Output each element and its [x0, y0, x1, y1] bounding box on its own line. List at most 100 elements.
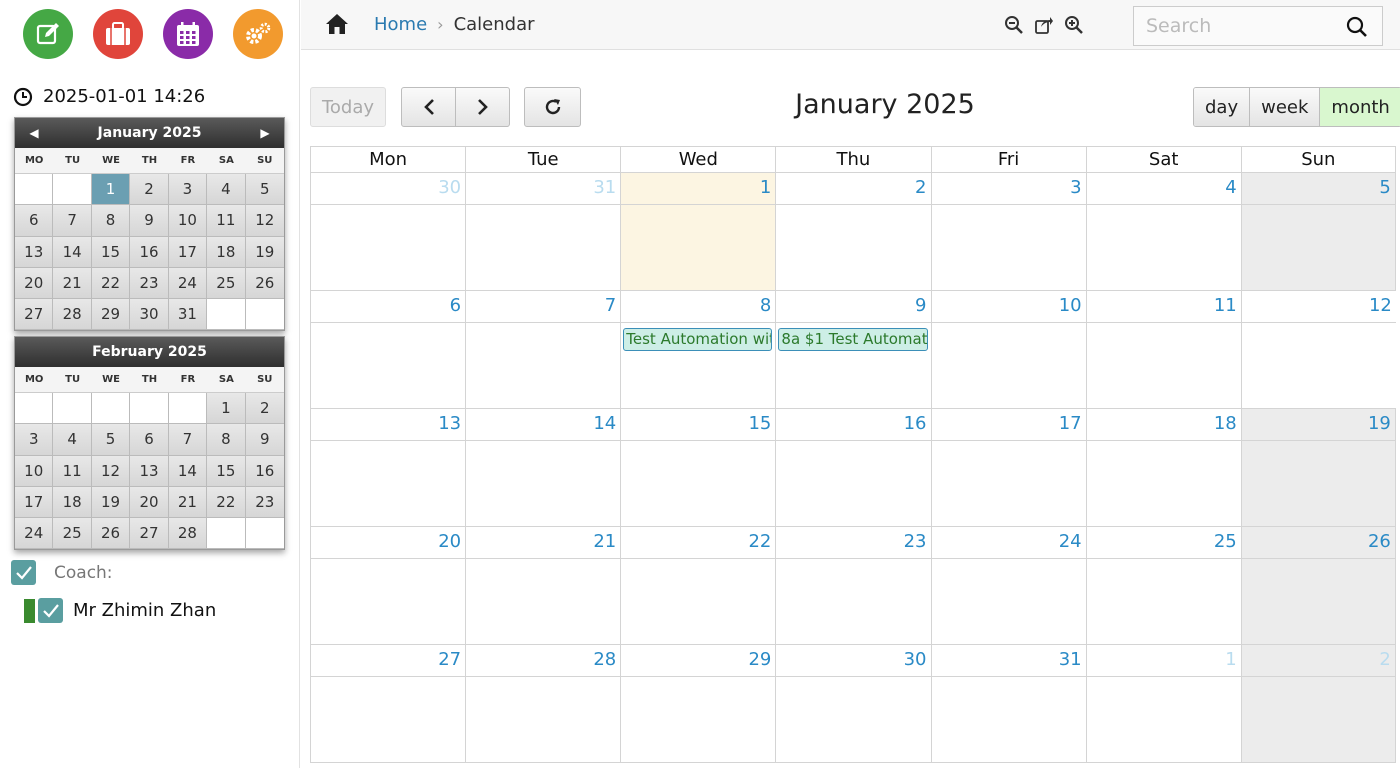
day-number[interactable]: 4: [1225, 177, 1236, 198]
day-number[interactable]: 31: [1059, 649, 1082, 670]
mini-day-cell[interactable]: 5: [91, 424, 131, 456]
mini-day-cell[interactable]: 21: [53, 267, 92, 300]
mini-day-cell[interactable]: 15: [207, 455, 246, 487]
mini-day-cell[interactable]: 6: [15, 205, 54, 237]
day-cell[interactable]: 23: [775, 527, 931, 645]
today-button[interactable]: Today: [310, 87, 386, 127]
day-number[interactable]: 30: [438, 177, 461, 198]
edit-app-button[interactable]: [23, 9, 73, 59]
settings-app-button[interactable]: [233, 9, 283, 59]
mini-day-cell[interactable]: 11: [53, 455, 92, 487]
day-number[interactable]: 3: [1070, 177, 1081, 198]
mini-day-cell[interactable]: 2: [245, 393, 284, 425]
view-month-button[interactable]: month: [1320, 88, 1400, 126]
mini-day-cell[interactable]: 16: [245, 455, 284, 487]
mini-day-cell[interactable]: 20: [15, 267, 54, 300]
day-cell[interactable]: 19: [1240, 409, 1396, 527]
calendar-event[interactable]: 8a $1 Test Automation: [778, 328, 928, 351]
day-cell[interactable]: 20: [310, 527, 466, 645]
home-icon[interactable]: [325, 13, 349, 39]
mini-day-cell[interactable]: 22: [207, 486, 246, 519]
day-cell[interactable]: 27: [310, 645, 466, 763]
mini-day-cell[interactable]: 12: [245, 205, 284, 237]
day-cell[interactable]: 25: [1085, 527, 1241, 645]
day-number[interactable]: 24: [1059, 531, 1082, 552]
zoom-in-icon[interactable]: [1064, 15, 1084, 35]
mini-day-cell[interactable]: 19: [245, 236, 284, 268]
mini-day-cell[interactable]: 24: [15, 518, 54, 550]
mini-day-cell[interactable]: 15: [91, 236, 131, 268]
share-icon[interactable]: [1034, 15, 1054, 35]
day-number[interactable]: 28: [593, 649, 616, 670]
day-cell[interactable]: 15: [620, 409, 776, 527]
mini-day-cell[interactable]: 21: [168, 486, 208, 519]
day-cell[interactable]: 29: [620, 645, 776, 763]
mini-day-cell[interactable]: 24: [168, 267, 208, 300]
day-number[interactable]: 16: [904, 413, 927, 434]
calendar-app-button[interactable]: [163, 9, 213, 59]
day-cell[interactable]: 7: [465, 291, 621, 409]
mini-day-cell[interactable]: 17: [15, 486, 54, 519]
mini-day-cell[interactable]: 26: [91, 518, 131, 550]
day-number[interactable]: 1: [1225, 649, 1236, 670]
day-number[interactable]: 30: [904, 649, 927, 670]
mini-day-cell[interactable]: 26: [245, 267, 284, 300]
jobs-app-button[interactable]: [93, 9, 143, 59]
mini-day-cell[interactable]: 7: [168, 424, 208, 456]
mini-day-cell[interactable]: 14: [53, 236, 92, 268]
day-number[interactable]: 6: [450, 295, 461, 316]
mini-day-cell[interactable]: 1: [207, 393, 246, 425]
day-cell[interactable]: 31: [930, 645, 1086, 763]
day-cell[interactable]: 5: [1240, 173, 1396, 291]
day-number[interactable]: 25: [1214, 531, 1237, 552]
day-number[interactable]: 27: [438, 649, 461, 670]
day-cell[interactable]: 1: [1085, 645, 1241, 763]
mini-day-cell[interactable]: 14: [168, 455, 208, 487]
day-number[interactable]: 10: [1059, 295, 1082, 316]
day-number[interactable]: 15: [748, 413, 771, 434]
next-button[interactable]: [455, 87, 510, 127]
day-cell[interactable]: 11: [1085, 291, 1241, 409]
day-cell[interactable]: 16: [775, 409, 931, 527]
mini-day-cell[interactable]: 16: [130, 236, 169, 268]
mini-day-cell[interactable]: 20: [130, 486, 169, 519]
day-number[interactable]: 14: [593, 413, 616, 434]
mini-day-cell[interactable]: 13: [130, 455, 169, 487]
mini-day-cell[interactable]: 19: [91, 486, 131, 519]
mini-day-cell[interactable]: 27: [130, 518, 169, 550]
mini-day-cell[interactable]: 28: [53, 299, 92, 331]
day-number[interactable]: 22: [748, 531, 771, 552]
refresh-button[interactable]: [524, 87, 581, 127]
mini-day-cell[interactable]: 1: [91, 174, 131, 206]
mini-day-cell[interactable]: 18: [207, 236, 246, 268]
mini-day-cell[interactable]: 23: [245, 486, 284, 519]
calendar-event[interactable]: Test Automation with: [623, 328, 773, 351]
mini-day-cell[interactable]: 27: [15, 299, 54, 331]
mini-day-cell[interactable]: 9: [245, 424, 284, 456]
day-number[interactable]: 17: [1059, 413, 1082, 434]
search-input[interactable]: [1134, 15, 1334, 37]
day-number[interactable]: 21: [593, 531, 616, 552]
mini-day-cell[interactable]: 8: [91, 205, 131, 237]
day-cell[interactable]: 22: [620, 527, 776, 645]
coach-checkbox[interactable]: [38, 598, 63, 623]
day-cell[interactable]: 2: [1240, 645, 1396, 763]
mini-day-cell[interactable]: 4: [53, 424, 92, 456]
mini-day-cell[interactable]: 4: [207, 174, 246, 206]
mini-day-cell[interactable]: 25: [53, 518, 92, 550]
mini-day-cell[interactable]: 22: [91, 267, 131, 300]
day-cell[interactable]: 31: [465, 173, 621, 291]
view-week-button[interactable]: week: [1250, 88, 1321, 126]
day-cell-today[interactable]: 1: [620, 173, 776, 291]
day-number[interactable]: 29: [748, 649, 771, 670]
day-number[interactable]: 8: [760, 295, 771, 316]
day-cell[interactable]: 13: [310, 409, 466, 527]
mini-day-cell[interactable]: 12: [91, 455, 131, 487]
day-number[interactable]: 18: [1214, 413, 1237, 434]
mini-day-cell[interactable]: 10: [15, 455, 54, 487]
next-month-arrow-icon[interactable]: ▶: [250, 118, 280, 148]
day-cell[interactable]: 4: [1085, 173, 1241, 291]
mini-day-cell[interactable]: 28: [168, 518, 208, 550]
mini-day-cell[interactable]: 18: [53, 486, 92, 519]
day-number[interactable]: 2: [1379, 649, 1390, 670]
